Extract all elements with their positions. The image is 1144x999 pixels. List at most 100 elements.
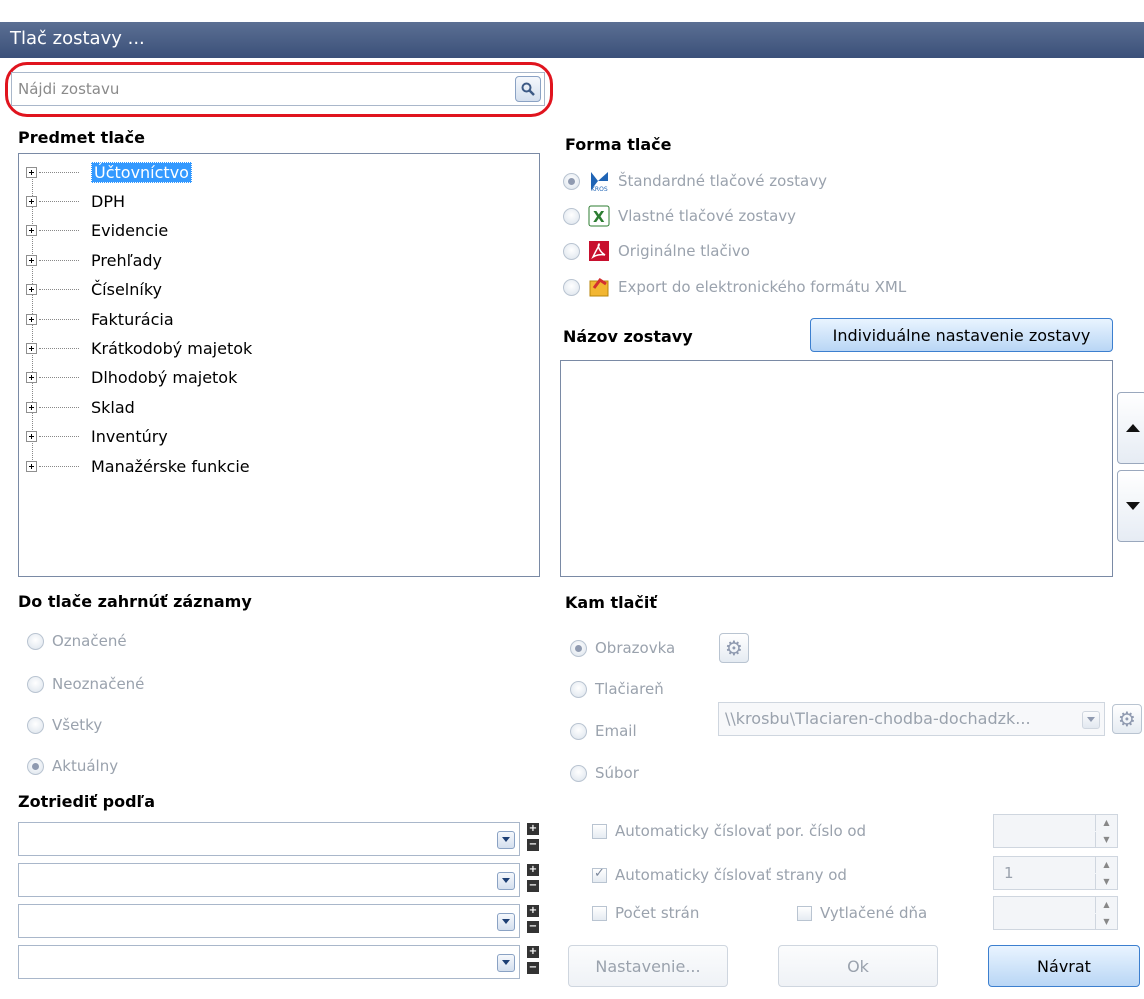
tree-item[interactable]: Inventúry	[26, 425, 168, 449]
page-count-checkbox[interactable]	[592, 905, 607, 921]
auto-number-option[interactable]: Automaticky číslovať por. číslo od	[592, 822, 866, 840]
expand-icon[interactable]	[26, 195, 37, 207]
expand-icon[interactable]	[26, 225, 37, 237]
sort-select[interactable]	[18, 822, 520, 856]
auto-pages-option[interactable]: Automaticky číslovať strany od	[592, 866, 847, 884]
destination-option-printer[interactable]: Tlačiareň	[570, 680, 664, 698]
spin-down-icon[interactable]: ▼	[1095, 914, 1117, 930]
form-option-original[interactable]: Originálne tlačivo	[563, 240, 750, 262]
tree-item[interactable]: Evidencie	[26, 219, 168, 243]
expand-icon[interactable]	[26, 342, 37, 354]
search-input[interactable]	[12, 73, 502, 105]
page-count-label: Počet strán	[615, 904, 700, 922]
form-option-xml[interactable]: Export do elektronického formátu XML	[563, 276, 906, 298]
sort-add-button[interactable]: +	[527, 823, 539, 835]
form-label-standard: Štandardné tlačové zostavy	[618, 172, 827, 190]
printed-today-option[interactable]: Vytlačené dňa	[797, 904, 927, 922]
include-radio-unmarked[interactable]	[27, 675, 44, 693]
sort-remove-button[interactable]: −	[527, 839, 539, 851]
form-radio-standard[interactable]	[563, 172, 580, 190]
tree-item[interactable]: DPH	[26, 189, 125, 213]
individual-settings-button[interactable]: Individuálne nastavenie zostavy	[810, 318, 1113, 352]
expand-icon[interactable]	[26, 372, 37, 384]
form-radio-original[interactable]	[563, 242, 580, 260]
auto-number-spinner[interactable]: ▲ ▼	[993, 814, 1118, 848]
ok-button[interactable]: Ok	[778, 945, 938, 987]
form-radio-xml[interactable]	[563, 278, 580, 296]
printed-today-spinner[interactable]: ▲ ▼	[993, 896, 1118, 930]
tree-item[interactable]: Fakturácia	[26, 307, 174, 331]
printer-dropdown-button[interactable]	[1082, 711, 1100, 729]
auto-number-checkbox[interactable]	[592, 823, 607, 839]
expand-icon[interactable]	[26, 166, 37, 178]
tree-item[interactable]: Prehľady	[26, 248, 162, 272]
tree-item[interactable]: Manažérske funkcie	[26, 454, 250, 478]
arrow-down-icon	[1126, 502, 1140, 510]
destination-option-screen[interactable]: Obrazovka	[570, 639, 675, 657]
printed-today-checkbox[interactable]	[797, 905, 812, 921]
chevron-down-icon[interactable]	[497, 954, 515, 972]
move-down-button[interactable]	[1117, 470, 1144, 542]
chevron-down-icon[interactable]	[497, 913, 515, 931]
include-option-marked[interactable]: Označené	[27, 632, 127, 650]
spin-up-icon[interactable]: ▲	[1095, 815, 1117, 831]
search-button[interactable]	[515, 76, 541, 102]
sort-add-button[interactable]: +	[527, 864, 539, 876]
sort-remove-button[interactable]: −	[527, 921, 539, 933]
spin-up-icon[interactable]: ▲	[1095, 857, 1117, 873]
include-option-all[interactable]: Všetky	[27, 716, 102, 734]
expand-icon[interactable]	[26, 401, 37, 413]
sort-select[interactable]	[18, 945, 520, 979]
tree-item[interactable]: Dlhodobý majetok	[26, 366, 237, 390]
include-option-current[interactable]: Aktuálny	[27, 757, 118, 775]
sort-select[interactable]	[18, 904, 520, 938]
destination-radio-printer[interactable]	[570, 680, 587, 698]
include-radio-marked[interactable]	[27, 632, 44, 650]
back-button[interactable]: Návrat	[988, 945, 1140, 987]
auto-pages-label: Automaticky číslovať strany od	[615, 866, 847, 884]
tree-item[interactable]: Účtovníctvo	[26, 160, 192, 184]
move-up-button[interactable]	[1117, 392, 1144, 464]
include-radio-current[interactable]	[27, 757, 44, 775]
expand-icon[interactable]	[26, 460, 37, 472]
destination-option-email[interactable]: Email	[570, 722, 637, 740]
auto-pages-spinner[interactable]: 1 ▲ ▼	[993, 856, 1118, 890]
form-radio-custom[interactable]	[563, 207, 580, 225]
expand-icon[interactable]	[26, 254, 37, 266]
xml-export-icon	[589, 277, 609, 297]
printer-settings-button[interactable]: ⚙	[1112, 704, 1142, 734]
expand-icon[interactable]	[26, 431, 37, 443]
tree-connector	[39, 377, 79, 379]
tree-item[interactable]: Krátkodobý majetok	[26, 336, 252, 360]
expand-icon[interactable]	[26, 313, 37, 325]
form-option-standard[interactable]: KROS Štandardné tlačové zostavy	[563, 170, 827, 192]
report-list[interactable]	[560, 360, 1113, 577]
sort-remove-button[interactable]: −	[527, 880, 539, 892]
tree-item[interactable]: Číselníky	[26, 278, 162, 302]
sort-select[interactable]	[18, 863, 520, 897]
spin-up-icon[interactable]: ▲	[1095, 897, 1117, 913]
settings-button[interactable]: Nastavenie...	[568, 945, 728, 987]
tree-connector	[39, 289, 79, 291]
printer-select[interactable]: \\krosbu\Tlaciaren-chodba-dochadzk...	[718, 702, 1105, 736]
search-field[interactable]	[11, 72, 545, 106]
include-option-unmarked[interactable]: Neoznačené	[27, 675, 144, 693]
expand-icon[interactable]	[26, 284, 37, 296]
chevron-down-icon[interactable]	[497, 872, 515, 890]
destination-radio-file[interactable]	[570, 764, 587, 782]
tree-item[interactable]: Sklad	[26, 395, 135, 419]
sort-add-button[interactable]: +	[527, 905, 539, 917]
sort-remove-button[interactable]: −	[527, 962, 539, 974]
spin-down-icon[interactable]: ▼	[1095, 832, 1117, 848]
sort-add-button[interactable]: +	[527, 946, 539, 958]
page-count-option[interactable]: Počet strán	[592, 904, 699, 922]
destination-radio-screen[interactable]	[570, 639, 587, 657]
destination-radio-email[interactable]	[570, 722, 587, 740]
include-radio-all[interactable]	[27, 716, 44, 734]
auto-pages-checkbox[interactable]	[592, 866, 607, 883]
destination-option-file[interactable]: Súbor	[570, 764, 639, 782]
screen-settings-button[interactable]: ⚙	[719, 633, 749, 663]
spin-down-icon[interactable]: ▼	[1095, 874, 1117, 890]
chevron-down-icon[interactable]	[497, 831, 515, 849]
form-option-custom[interactable]: X Vlastné tlačové zostavy	[563, 205, 796, 227]
